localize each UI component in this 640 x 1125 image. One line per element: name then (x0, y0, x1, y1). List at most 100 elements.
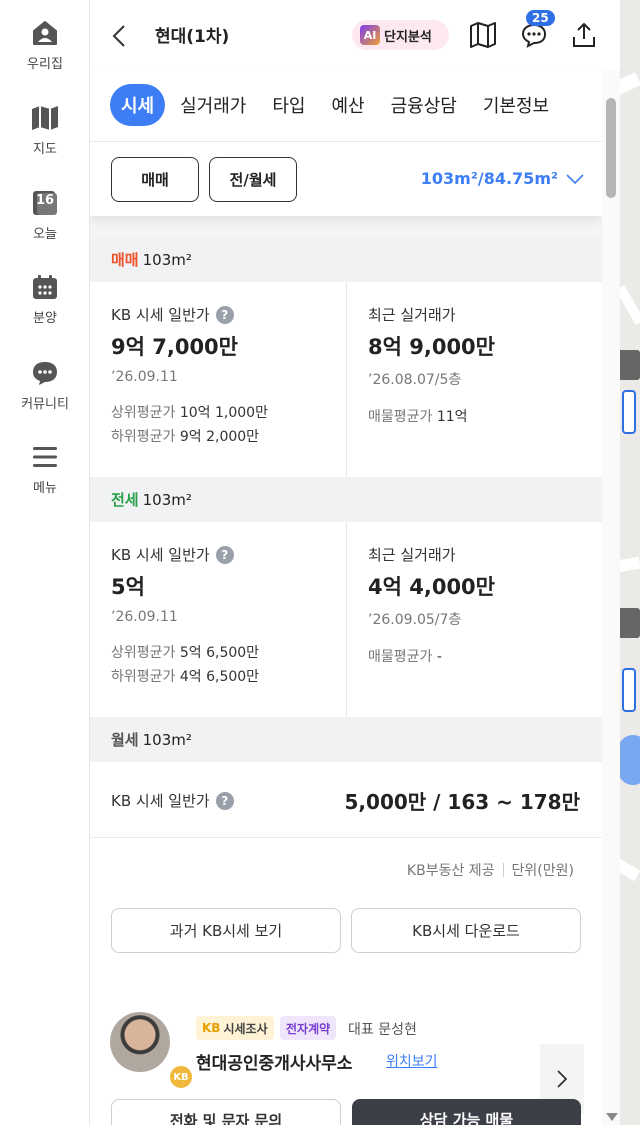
home-icon (30, 18, 60, 48)
today-day: 16 (36, 193, 55, 208)
jeonse-listing-value: - (436, 649, 442, 665)
tab-budget[interactable]: 예산 (321, 84, 376, 126)
separator (502, 863, 504, 877)
nav-item-home[interactable]: 우리집 (0, 18, 90, 88)
tab-price[interactable]: 시세 (110, 84, 166, 126)
nav-label-map: 지도 (33, 142, 57, 157)
agent-card: KB KB 시세조사 전자계약 대표 문성현 현대공인중개사사무소 위치보기 전… (90, 988, 602, 1125)
sale-upper-label: 상위평균가 (111, 405, 176, 421)
nav-item-presale[interactable]: 분양 (0, 272, 90, 342)
section-area-sale: 103m² (142, 250, 192, 269)
nav-item-today[interactable]: 16 오늘 (0, 188, 90, 258)
section-area-monthly: 103m² (142, 730, 192, 749)
share-button[interactable] (569, 20, 599, 50)
back-button[interactable] (112, 25, 130, 47)
nav-label-home: 우리집 (27, 57, 63, 72)
jeonse-lower-value: 4억 6,500만 (179, 669, 260, 685)
kb-medal-icon: KB (168, 1064, 194, 1090)
source-unit: 단위(만원) (511, 863, 574, 879)
section-kind-monthly: 월세 (111, 731, 139, 749)
segment-sale[interactable]: 매매 (111, 157, 199, 202)
ai-analysis-label: 단지분석 (384, 29, 432, 45)
listing-button[interactable]: 상담 가능 매물 (352, 1099, 581, 1125)
sale-recent-label: 최근 실거래가 (368, 306, 456, 324)
sale-kb-price: 9억 7,000만 (111, 335, 238, 359)
nav-item-menu[interactable]: 메뉴 (0, 442, 90, 512)
jeonse-lower-label: 하위평균가 (111, 669, 176, 685)
nav-item-map[interactable]: 지도 (0, 103, 90, 173)
monthly-kb-label: KB 시세 일반가 (111, 792, 210, 810)
jeonse-kb-label: KB 시세 일반가 (111, 546, 210, 564)
section-head-sale: 매매 103m² (90, 237, 602, 282)
calendar-icon (30, 272, 60, 302)
scrollbar[interactable] (602, 70, 620, 1125)
jeonse-kb-price: 5억 (111, 575, 145, 599)
calendar-today-icon: 16 (30, 188, 60, 218)
panel-header: 현대(1차) AI 단지분석 25 (90, 0, 620, 70)
left-nav: 우리집 지도 16 오늘 분양 커뮤니티 메뉴 (0, 0, 90, 1125)
history-kb-button[interactable]: 과거 KB시세 보기 (111, 908, 341, 953)
chat-icon (30, 358, 60, 388)
tab-finance[interactable]: 금융상담 (380, 84, 468, 126)
monthly-kb-row: KB 시세 일반가? (111, 790, 234, 811)
agent-rep: 대표 문성현 (348, 1022, 417, 1038)
share-icon (573, 22, 595, 47)
jeonse-recent-price: 4억 4,000만 (368, 575, 495, 599)
tab-transactions[interactable]: 실거래가 (169, 84, 257, 126)
nav-label-presale: 분양 (33, 311, 57, 326)
help-icon[interactable]: ? (215, 791, 234, 810)
nav-label-today: 오늘 (33, 227, 57, 242)
download-kb-button[interactable]: KB시세 다운로드 (351, 908, 581, 953)
tabs-card: 시세 실거래가 타입 예산 금융상담 기본정보 매매 전/월세 103m²/84.75m² (90, 70, 602, 216)
notification-badge: 25 (526, 10, 555, 26)
section-head-jeonse: 전세 103m² (90, 477, 602, 522)
sale-block: KB 시세 일반가? 9억 7,000만 ’26.09.11 상위평균가 10억… (90, 282, 602, 477)
chevron-right-icon (557, 1070, 567, 1088)
jeonse-recent-col: 최근 실거래가 4억 4,000만 ’26.09.05/7층 매물평균가 - (346, 522, 602, 717)
tag-kb: KB (202, 1021, 221, 1035)
source-provider: KB부동산 제공 (406, 863, 495, 879)
ai-analysis-button[interactable]: AI 단지분석 (352, 20, 449, 50)
help-icon[interactable]: ? (215, 545, 234, 564)
segment-rent[interactable]: 전/월세 (209, 157, 297, 202)
nav-item-community[interactable]: 커뮤니티 (0, 358, 90, 428)
jeonse-block: KB 시세 일반가? 5억 ’26.09.11 상위평균가 5억 6,500만 … (90, 522, 602, 717)
call-message-button[interactable]: 전화 및 문자 문의 (111, 1099, 341, 1125)
help-icon[interactable]: ? (215, 305, 234, 324)
area-selector[interactable]: 103m²/84.75m² (421, 169, 584, 188)
sale-upper-value: 10억 1,000만 (179, 405, 268, 421)
sale-lower-label: 하위평균가 (111, 429, 176, 445)
jeonse-kb-date: ’26.09.11 (111, 609, 178, 625)
jeonse-kb-col: KB 시세 일반가? 5억 ’26.09.11 상위평균가 5억 6,500만 … (111, 544, 341, 739)
map-icon (470, 22, 496, 48)
nav-label-menu: 메뉴 (33, 481, 57, 496)
jeonse-upper-label: 상위평균가 (111, 645, 176, 661)
scroll-down-arrow[interactable] (606, 1113, 618, 1121)
tab-basic-info[interactable]: 기본정보 (472, 84, 560, 126)
tag-survey: 시세조사 (223, 1021, 268, 1036)
tag-kb-survey: KB 시세조사 (196, 1016, 274, 1040)
sale-recent-price: 8억 9,000만 (368, 335, 495, 359)
sale-lower-value: 9억 2,000만 (179, 429, 260, 445)
menu-icon (30, 442, 60, 472)
jeonse-upper-value: 5억 6,500만 (179, 645, 260, 661)
sale-recent-col: 최근 실거래가 8억 9,000만 ’26.08.07/5층 매물평균가 11억 (346, 282, 602, 477)
tag-contract: 전자계약 (280, 1016, 337, 1040)
sale-kb-col: KB 시세 일반가? 9억 7,000만 ’26.09.11 상위평균가 10억… (111, 304, 341, 499)
tab-bar: 시세 실거래가 타입 예산 금융상담 기본정보 (110, 84, 590, 126)
area-selector-label: 103m²/84.75m² (420, 169, 558, 188)
tab-type[interactable]: 타입 (261, 84, 316, 126)
agent-avatar[interactable]: KB (110, 1012, 194, 1090)
map-view-button[interactable] (468, 20, 498, 50)
location-link[interactable]: 위치보기 (386, 1051, 438, 1071)
chevron-left-icon (112, 25, 125, 47)
sale-kb-label: KB 시세 일반가 (111, 306, 210, 324)
sale-recent-date: ’26.08.07/5층 (368, 372, 462, 388)
map-icon (30, 103, 60, 133)
divider (90, 837, 602, 838)
scrollbar-thumb[interactable] (606, 98, 616, 198)
complex-panel: 현대(1차) AI 단지분석 25 시세 실거래가 타입 예산 금융상담 기본정보 매매 … (90, 0, 620, 1125)
jeonse-listing-label: 매물평균가 (368, 649, 433, 665)
agent-name: 현대공인중개사사무소 (196, 1054, 353, 1074)
sale-kb-date: ’26.09.11 (111, 369, 178, 385)
